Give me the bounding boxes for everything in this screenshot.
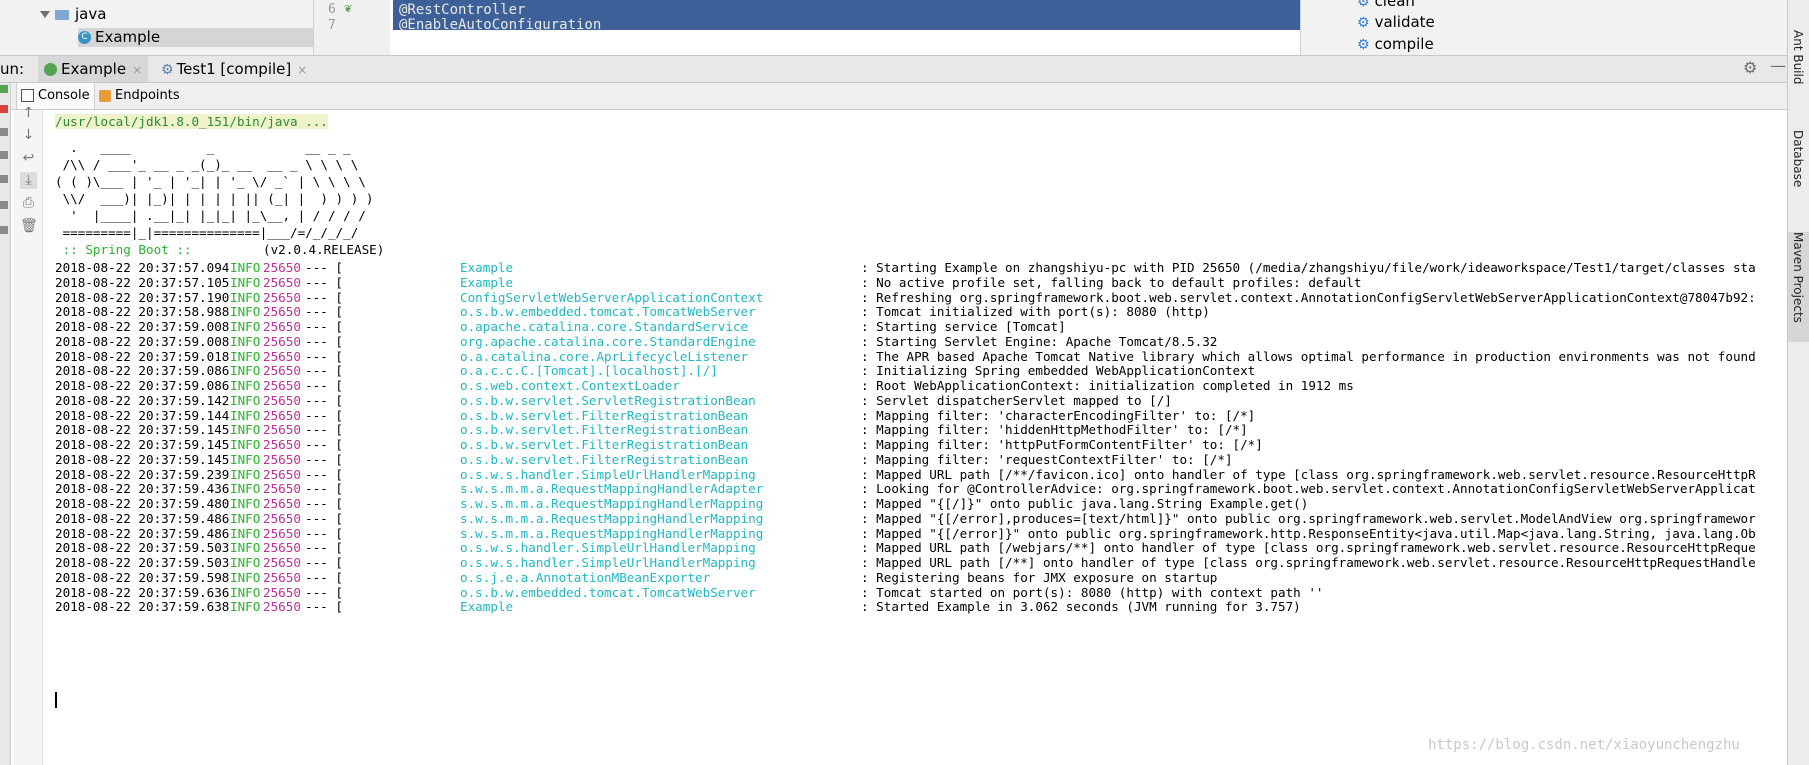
banner-line: /\\ / ___'_ __ _ _(_)_ __ __ _ \ \ \ \ — [55, 157, 359, 172]
spring-boot-version-line: :: Spring Boot :: (v2.0.4.RELEASE) — [55, 242, 385, 257]
clear-all-icon[interactable]: 🗑 — [20, 218, 38, 235]
code-line[interactable]: @RestController — [399, 2, 525, 18]
boot-label: :: Spring Boot :: — [55, 242, 192, 257]
banner-line: ( ( )\___ | '_ | '_| | '_ \/ _` | \ \ \ … — [55, 174, 366, 189]
run-tab-test1[interactable]: ⚙ Test1 [compile] × — [155, 56, 313, 82]
gear-icon: ⚙ — [1357, 15, 1370, 31]
project-tree: java C Example — [0, 0, 314, 55]
log-level: INFO — [230, 599, 261, 615]
log-timestamp: 2018-08-22 20:37:59.638 — [55, 599, 230, 615]
tab-database[interactable]: Database — [1788, 130, 1809, 210]
editor-gutter: 6 ❦ 7 — [314, 0, 390, 55]
console-tab-bar: Console Endpoints — [0, 83, 1787, 110]
spring-boot-icon — [44, 63, 57, 76]
tab-endpoints[interactable]: Endpoints — [95, 83, 184, 109]
console-output[interactable]: /usr/local/jdk1.8.0_151/bin/java ... . _… — [55, 112, 1787, 765]
banner-line: =========|_|==============|___/=/_/_/_/ — [55, 225, 359, 240]
tab-maven-projects[interactable]: Maven Projects — [1788, 232, 1809, 342]
right-tool-window-bar: Ant Build Database Maven Projects — [1787, 0, 1809, 765]
text-caret — [55, 692, 57, 708]
editor-selection[interactable]: @RestController @EnableAutoConfiguration — [393, 0, 1300, 33]
gear-icon: ⚙ — [1357, 0, 1370, 10]
log-separator: --- [ — [305, 599, 343, 615]
scroll-down-icon[interactable]: ↓ — [20, 127, 37, 144]
console-icon — [21, 89, 34, 102]
pause-icon[interactable] — [0, 128, 8, 136]
line-number: 6 — [328, 2, 336, 17]
endpoints-icon — [99, 89, 111, 102]
run-label: un: — [0, 60, 25, 78]
maven-goal-clean[interactable]: ⚙ clean — [1357, 0, 1415, 10]
scroll-up-icon[interactable]: ↑ — [20, 105, 37, 122]
code-editor[interactable]: 6 ❦ 7 @RestController @EnableAutoConfigu… — [314, 0, 1300, 55]
dump-threads-icon[interactable] — [0, 151, 8, 159]
log-pid: 25650 — [263, 599, 301, 615]
line-number: 7 — [328, 18, 336, 33]
watermark: https://blog.csdn.net/xiaoyunchengzhu — [1428, 737, 1740, 753]
gear-icon: ⚙ — [1357, 37, 1370, 53]
settings-icon[interactable] — [0, 201, 8, 209]
minimize-icon[interactable]: — — [1770, 56, 1786, 75]
top-strip: java C Example 6 ❦ 7 @RestController @Ena… — [0, 0, 1809, 56]
soft-wrap-icon[interactable]: ↩ — [20, 150, 37, 167]
expand-arrow-icon[interactable] — [40, 11, 50, 18]
console-toolbar: ↑ ↓ ↩ ⤓ ⎙ 🗑 — [14, 105, 43, 765]
scroll-to-end-icon[interactable]: ⤓ — [20, 172, 37, 189]
tree-item-java[interactable]: java — [40, 5, 106, 24]
tree-item-label: Example — [95, 28, 161, 46]
close-icon[interactable]: × — [132, 63, 142, 77]
rerun-icon[interactable] — [0, 85, 8, 93]
maven-goal-validate[interactable]: ⚙ validate — [1357, 13, 1435, 31]
run-tab-example[interactable]: Example × — [38, 56, 149, 82]
restore-layout-icon[interactable] — [0, 175, 8, 183]
tab-ant-build[interactable]: Ant Build — [1788, 30, 1809, 110]
print-icon[interactable]: ⎙ — [20, 195, 37, 212]
maven-goal-compile[interactable]: ⚙ compile — [1357, 35, 1434, 53]
maven-projects-panel: ⚙ clean ⚙ validate ⚙ compile — [1300, 0, 1788, 55]
log-message: : Started Example in 3.062 seconds (JVM … — [861, 599, 1301, 615]
run-tool-window-header: un: Example × ⚙ Test1 [compile] × ⚙ — — [0, 56, 1787, 83]
banner-line: \\/ ___)| |_)| | | | | || (_| | ) ) ) ) — [55, 191, 374, 206]
pin-icon[interactable] — [0, 226, 8, 234]
code-line[interactable]: @EnableAutoConfiguration — [399, 17, 601, 33]
stop-icon[interactable] — [0, 105, 8, 113]
spring-bean-icon[interactable]: ❦ — [344, 1, 352, 16]
gear-icon: ⚙ — [161, 62, 174, 78]
banner-line: . ____ _ __ _ _ — [55, 140, 351, 155]
log-logger: Example — [460, 599, 514, 615]
close-icon[interactable]: × — [297, 63, 307, 77]
java-command: /usr/local/jdk1.8.0_151/bin/java ... — [55, 114, 328, 129]
tree-item-label: java — [75, 5, 107, 23]
tree-item-example[interactable]: C Example — [78, 28, 313, 47]
java-class-icon: C — [78, 31, 91, 44]
banner-line: ' |____| .__|_| |_|_| |_\__, | / / / / — [55, 208, 366, 223]
boot-version: (v2.0.4.RELEASE) — [263, 242, 385, 257]
run-toolbar — [0, 83, 11, 765]
settings-gear-icon[interactable]: ⚙ — [1743, 58, 1757, 77]
folder-icon — [55, 9, 69, 20]
